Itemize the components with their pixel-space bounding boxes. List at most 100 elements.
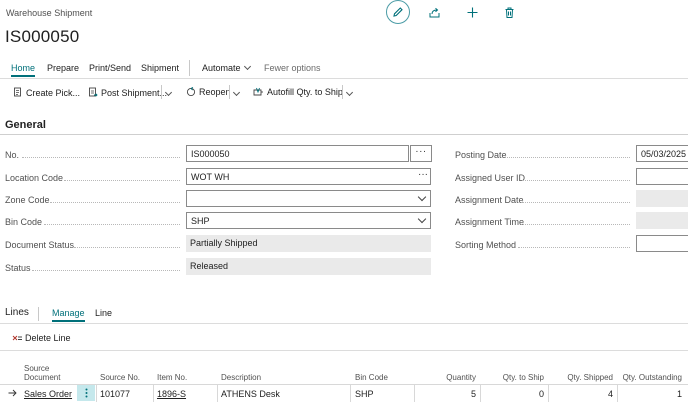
quantity-cell[interactable]: 5 [471,389,476,399]
tab-print-send[interactable]: Print/Send [89,63,131,73]
tab-shipment[interactable]: Shipment [141,63,179,73]
cell-divider [548,384,549,402]
chevron-down-icon[interactable] [232,88,241,97]
field-leader [22,157,180,158]
field-label-document-status: Document Status [5,240,75,250]
source-document-link[interactable]: Sales Order [24,389,72,399]
cell-divider [617,384,618,402]
cell-divider [414,384,415,402]
column-header-source-document-line1: Source [24,364,50,373]
fewer-options-link[interactable]: Fewer options [264,63,321,73]
cell-divider [217,384,218,402]
edit-button[interactable] [386,0,410,24]
zone-code-dropdown[interactable] [186,190,431,207]
row-actions-button[interactable] [77,385,95,401]
reopen-button[interactable]: Reopen [186,87,231,97]
column-header-qty-shipped[interactable]: Qty. Shipped [567,373,613,382]
no-lookup-button[interactable]: ··· [410,145,432,162]
sorting-method-dropdown[interactable] [636,235,688,252]
divider [0,78,688,79]
cell-divider [96,384,97,402]
field-label-assignment-date: Assignment Date [455,195,524,205]
cell-divider [153,384,154,402]
reopen-label: Reopen [199,87,231,97]
field-leader [64,180,180,181]
field-label-location-code: Location Code [5,173,64,183]
page-type-caption: Warehouse Shipment [6,8,93,18]
tab-separator [189,60,190,76]
field-label-no: No. [5,150,20,160]
column-header-item-no[interactable]: Item No. [157,373,187,382]
column-header-source-document[interactable]: Source Document [24,364,60,382]
page-title: IS000050 [5,27,80,46]
post-shipment-button[interactable]: Post Shipment... [88,87,167,98]
autofill-qty-label: Autofill Qty. to Ship [267,87,343,97]
assignment-date-value [636,190,688,207]
action-tabs: Home Prepare Print/Send Shipment Automat… [0,60,688,78]
qty-outstanding-cell[interactable]: 1 [677,389,682,399]
field-leader [32,270,180,271]
post-document-icon [89,87,98,97]
column-header-qty-outstanding[interactable]: Qty. Outstanding [623,373,682,382]
create-pick-button[interactable]: Create Pick... [13,87,80,98]
field-label-assignment-time: Assignment Time [455,217,525,227]
tab-manage[interactable]: Manage [52,308,85,322]
source-no-cell[interactable]: 101077 [100,389,130,399]
row-arrow-icon [8,389,17,397]
tab-automate[interactable]: Automate [202,62,251,73]
field-leader [521,224,630,225]
qty-to-ship-cell[interactable]: 0 [539,389,544,399]
new-button[interactable] [464,4,480,20]
section-divider [0,134,688,135]
cell-divider [480,384,481,402]
column-header-qty-to-ship[interactable]: Qty. to Ship [503,373,544,382]
field-leader [44,224,180,225]
field-label-status: Status [5,263,31,273]
column-header-bin-code[interactable]: Bin Code [355,373,388,382]
qty-shipped-cell[interactable]: 4 [608,389,613,399]
assigned-user-field[interactable] [636,168,688,185]
column-header-source-no[interactable]: Source No. [100,373,140,382]
create-pick-icon [14,87,21,97]
lines-separator [38,307,39,321]
autofill-qty-button[interactable]: Autofill Qty. to Ship [253,87,343,97]
divider [0,323,688,324]
cell-divider [350,384,351,402]
no-field[interactable]: IS000050 [186,145,409,162]
chevron-down-icon[interactable] [345,88,354,97]
share-button[interactable] [426,4,442,20]
command-bar: Create Pick... Post Shipment... Reopen A… [0,84,688,102]
field-leader [507,157,630,158]
posting-date-field[interactable]: 05/03/2025 [636,145,688,162]
document-status-value: Partially Shipped [186,235,431,252]
delete-line-button[interactable]: Delete Line [12,333,71,343]
item-no-cell[interactable]: 1896-S [157,389,186,399]
location-code-field[interactable]: WOT WH [186,168,431,185]
tab-prepare[interactable]: Prepare [47,63,79,73]
column-header-quantity[interactable]: Quantity [446,373,476,382]
bin-code-cell[interactable]: SHP [355,389,374,399]
field-leader [50,202,180,203]
share-icon [429,7,439,17]
column-header-description[interactable]: Description [221,373,261,382]
delete-icon [505,7,513,18]
split-divider [342,85,343,99]
field-label-sorting-method: Sorting Method [455,240,517,250]
description-cell[interactable]: ATHENS Desk [221,389,280,399]
create-pick-label: Create Pick... [26,87,81,98]
post-shipment-label: Post Shipment... [101,87,168,98]
location-lookup-button[interactable]: ··· [418,169,428,180]
bin-code-dropdown[interactable]: SHP [186,212,431,229]
split-divider [161,85,162,99]
tab-home[interactable]: Home [11,63,36,77]
reopen-icon [186,87,196,97]
column-header-source-document-line2: Document [24,373,61,382]
field-label-zone-code: Zone Code [5,195,50,205]
more-vertical-icon [85,388,87,398]
tab-line[interactable]: Line [95,308,112,318]
field-leader [521,202,630,203]
edit-pencil-icon [393,7,403,17]
delete-button[interactable] [501,4,517,20]
field-leader [522,180,630,181]
divider [0,350,688,351]
